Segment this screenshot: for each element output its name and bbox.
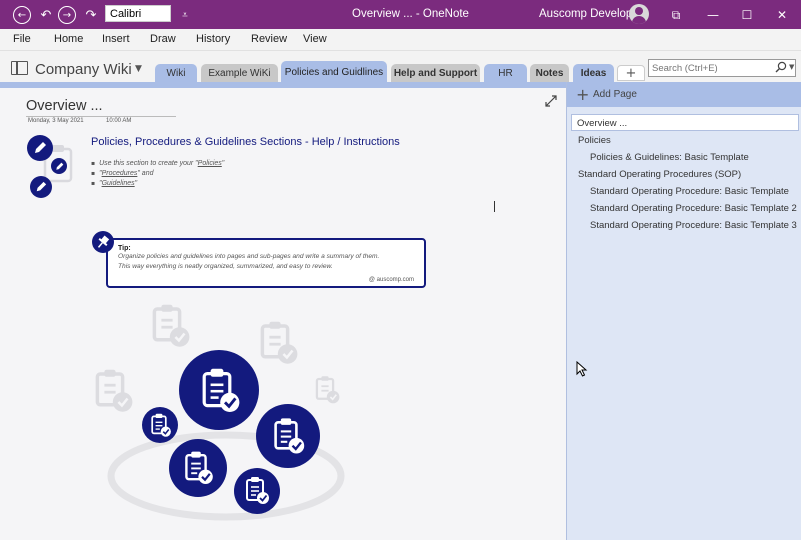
list-item: Use this section to create your "Policie… — [99, 159, 224, 169]
pencil-icon-small — [51, 158, 67, 174]
page-canvas[interactable]: Overview ... Monday, 3 May 2021 10:00 AM… — [0, 82, 566, 540]
page-item-policies-template[interactable]: Policies & Guidelines: Basic Template — [590, 152, 749, 163]
procedures-link[interactable]: Procedures — [102, 170, 138, 177]
section-tab-bar: Company Wiki ▼ Wiki Example WiKi Policie… — [0, 51, 801, 83]
menu-history[interactable]: History — [196, 33, 230, 45]
tab-policies-and-guidlines[interactable]: Policies and Guidlines — [281, 61, 387, 83]
forward-icon[interactable]: → — [58, 6, 76, 24]
page-item-sop-template-3[interactable]: Standard Operating Procedure: Basic Temp… — [590, 220, 797, 231]
user-name[interactable]: Auscomp Developer — [539, 8, 643, 20]
plus-icon: + — [576, 85, 590, 104]
page-item-policies[interactable]: Policies — [578, 135, 611, 146]
avatar[interactable] — [629, 4, 649, 24]
menu-draw[interactable]: Draw — [150, 33, 176, 45]
instructions-list[interactable]: Use this section to create your "Policie… — [99, 159, 224, 189]
add-page-button[interactable]: + Add Page — [567, 82, 801, 107]
page-item-sop-template-1[interactable]: Standard Operating Procedure: Basic Temp… — [590, 186, 789, 197]
menu-home[interactable]: Home — [54, 33, 83, 45]
tab-notes[interactable]: Notes — [530, 64, 569, 82]
list-item: "Procedures" and — [99, 169, 224, 179]
undo-icon[interactable]: ↶ — [37, 6, 55, 24]
back-icon[interactable]: ← — [13, 6, 31, 24]
quick-access-dropdown-icon[interactable]: ⩡ — [176, 6, 194, 24]
menu-insert[interactable]: Insert — [102, 33, 130, 45]
search-scope-caret-icon[interactable]: ▼ — [789, 63, 794, 71]
page-item-sop-template-2[interactable]: Standard Operating Procedure: Basic Temp… — [590, 203, 797, 214]
ribbon-menu: File Home Insert Draw History Review Vie… — [0, 29, 801, 51]
tab-hr[interactable]: HR — [484, 64, 527, 82]
instructions-heading[interactable]: Policies, Procedures & Guidelines Sectio… — [91, 136, 400, 148]
search-box[interactable]: ▼ — [648, 59, 796, 77]
clipboard-illustration — [95, 303, 345, 521]
close-icon[interactable]: ✕ — [773, 6, 791, 24]
tab-example-wiki[interactable]: Example WiKi — [201, 64, 278, 82]
tip-credit: @ auscomp.com — [368, 277, 414, 283]
tip-line-2: This way everything is neatly organized,… — [118, 263, 333, 270]
page-title[interactable]: Overview ... — [26, 98, 176, 117]
add-section-button[interactable]: + — [617, 65, 645, 81]
list-item: "Guidelines" — [99, 179, 224, 189]
policies-link[interactable]: Policies — [198, 160, 222, 167]
window-title: Overview ... - OneNote — [352, 8, 469, 20]
page-time: 10:00 AM — [106, 118, 132, 124]
search-icon[interactable] — [775, 61, 787, 73]
search-input[interactable] — [649, 60, 769, 76]
pin-icon — [92, 231, 114, 253]
chevron-down-icon[interactable]: ▼ — [135, 64, 142, 74]
redo-icon[interactable]: ↷ — [82, 6, 100, 24]
menu-file[interactable]: File — [13, 33, 31, 45]
menu-review[interactable]: Review — [251, 33, 287, 45]
add-page-label: Add Page — [593, 89, 637, 100]
notebook-name[interactable]: Company Wiki — [35, 61, 132, 78]
page-item-overview[interactable]: Overview ... — [571, 114, 799, 131]
mouse-pointer-icon — [576, 361, 588, 377]
tip-box[interactable]: Tip: Organize policies and guidelines in… — [106, 238, 426, 288]
page-date: Monday, 3 May 2021 — [28, 118, 84, 124]
tab-help-and-support[interactable]: Help and Support — [391, 64, 480, 82]
notebook-icon[interactable] — [11, 61, 28, 75]
pencil-icon — [27, 135, 53, 161]
guidelines-link[interactable]: Guidelines — [102, 180, 135, 187]
tab-ideas[interactable]: Ideas — [573, 64, 614, 82]
menu-view[interactable]: View — [303, 33, 327, 45]
text-cursor — [494, 201, 495, 212]
expand-icon[interactable] — [545, 95, 557, 107]
tab-wiki[interactable]: Wiki — [155, 64, 197, 82]
page-item-sop[interactable]: Standard Operating Procedures (SOP) — [578, 169, 741, 180]
page-list-pane: + Add Page Overview ... Policies Policie… — [566, 82, 801, 540]
full-screen-icon[interactable]: ⧉ — [667, 6, 685, 24]
maximize-icon[interactable]: ☐ — [738, 6, 756, 24]
pencil-icon-medium — [30, 176, 52, 198]
title-bar: ← ↶ → ↷ ⩡ Overview ... - OneNote Auscomp… — [0, 0, 801, 29]
tip-title: Tip: — [118, 245, 131, 252]
tip-line-1: Organize policies and guidelines into pa… — [118, 253, 380, 260]
minimize-icon[interactable]: — — [704, 6, 722, 24]
font-name-input[interactable] — [105, 5, 171, 22]
